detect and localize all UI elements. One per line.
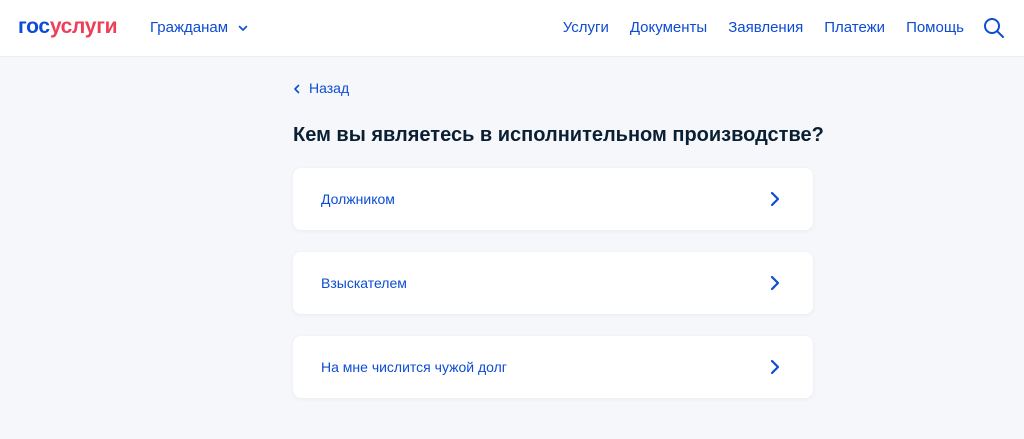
logo-part-gos: гос: [18, 15, 50, 38]
audience-selector[interactable]: Гражданам: [150, 19, 248, 37]
audience-label: Гражданам: [150, 19, 229, 36]
gosuslugi-logo[interactable]: госуслуги: [18, 14, 118, 40]
nav-documents[interactable]: Документы: [630, 19, 707, 37]
options-list: Должником Взыскателем На мне числится чу…: [293, 168, 813, 420]
chevron-right-icon: [770, 275, 780, 291]
chevron-right-icon: [770, 359, 780, 375]
header: госуслуги Гражданам Услуги Документы Зая…: [0, 0, 1024, 56]
search-icon[interactable]: [983, 17, 1005, 39]
option-label: Взыскателем: [321, 275, 407, 291]
nav-help[interactable]: Помощь: [906, 19, 964, 37]
back-label: Назад: [309, 80, 350, 96]
main-nav: Услуги Документы Заявления Платежи Помощ…: [563, 19, 964, 37]
nav-payments[interactable]: Платежи: [824, 19, 885, 37]
chevron-right-icon: [770, 191, 780, 207]
option-label: На мне числится чужой долг: [321, 359, 507, 375]
chevron-down-icon: [238, 25, 248, 31]
page-title: Кем вы являетесь в исполнительном произв…: [293, 124, 824, 146]
option-someone-elses-debt[interactable]: На мне числится чужой долг: [293, 336, 813, 398]
logo-part-uslugi: услуги: [49, 15, 118, 38]
nav-applications[interactable]: Заявления: [728, 19, 803, 37]
option-label: Должником: [321, 191, 395, 207]
chevron-left-icon: [294, 84, 300, 93]
nav-services[interactable]: Услуги: [563, 19, 609, 37]
back-link[interactable]: Назад: [293, 80, 349, 97]
option-claimant[interactable]: Взыскателем: [293, 252, 813, 314]
option-debtor[interactable]: Должником: [293, 168, 813, 230]
